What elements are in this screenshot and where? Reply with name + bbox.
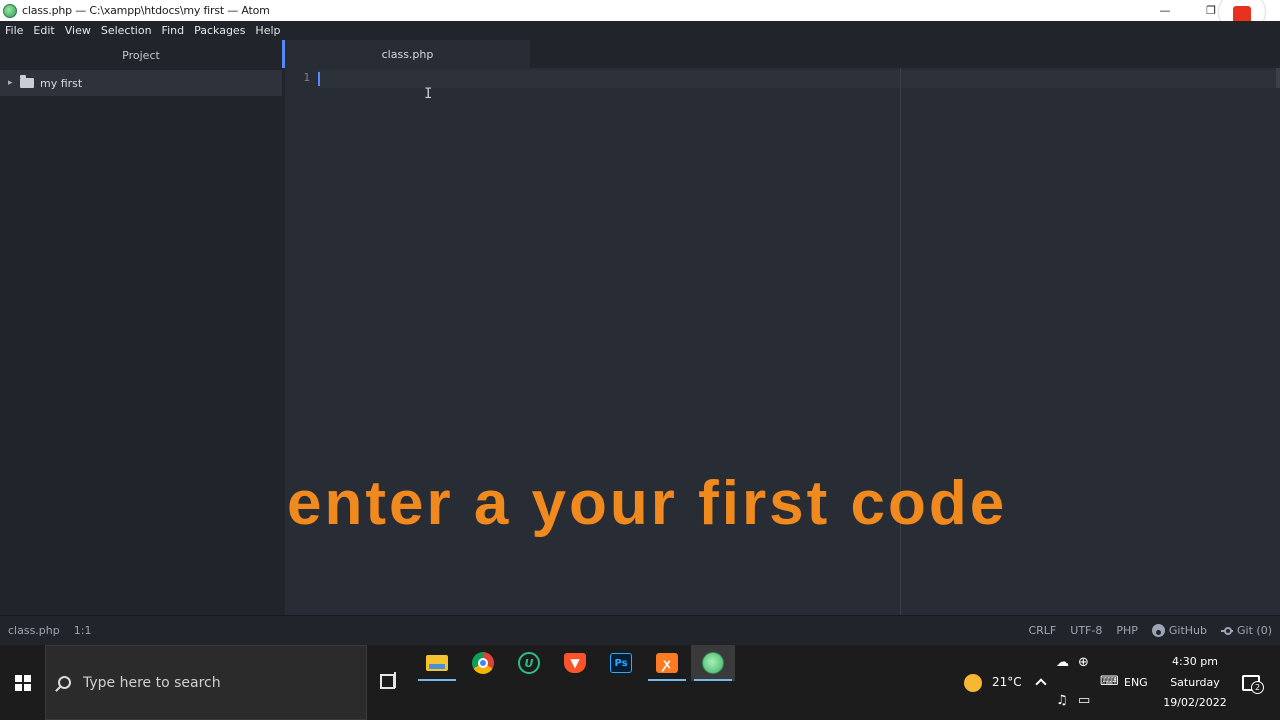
tab-class-php[interactable]: class.php [285,40,530,68]
windows-taskbar: U ▼ Ps ꭗ 21°C ☁ ⊕ ⌨ ENG ♫ ▭ 4:30 pm Satu… [0,645,1280,720]
status-git-label: Git (0) [1237,624,1272,637]
weather-sun-icon[interactable] [964,674,982,692]
input-language[interactable]: ENG [1124,676,1148,689]
tree-item-label: my first [40,76,83,90]
git-commit-icon [1221,626,1234,635]
status-github[interactable]: GitHub [1151,624,1208,637]
running-indicator [648,679,686,681]
menu-packages[interactable]: Packages [194,24,245,37]
notification-count-badge: 2 [1251,681,1264,694]
clock-time[interactable]: 4:30 pm [1162,655,1228,668]
start-button[interactable] [0,645,45,720]
project-tree-panel: Project ▸ my first [0,40,282,615]
menu-bar: File Edit View Selection Find Packages H… [0,21,1280,40]
running-indicator [694,679,732,681]
keyboard-icon[interactable]: ⌨ [1100,674,1119,689]
speaker-icon[interactable]: ♫ [1056,693,1068,708]
menu-help[interactable]: Help [255,24,280,37]
taskbar-uc-browser[interactable]: U [507,645,551,681]
editor-pane[interactable]: 1 I enter a your first code [285,68,1280,615]
window-title: class.php — C:\xampp\htdocs\my first — A… [22,4,270,17]
status-grammar[interactable]: PHP [1116,624,1138,637]
globe-network-icon[interactable]: ⊕ [1078,655,1089,670]
screen: class.php — C:\xampp\htdocs\my first — A… [0,0,1280,720]
clock-day[interactable]: Saturday [1162,676,1228,689]
github-icon [1151,624,1165,637]
minimize-button[interactable]: — [1142,0,1188,21]
status-cursor-position[interactable]: 1:1 [74,624,92,637]
running-indicator [418,679,456,681]
atom-icon [702,652,724,674]
status-encoding[interactable]: UTF-8 [1070,624,1102,637]
menu-file[interactable]: File [5,24,23,37]
weather-temperature[interactable]: 21°C [992,675,1022,689]
tree-item-my-first[interactable]: ▸ my first [0,70,282,96]
folder-icon [426,655,448,671]
menu-view[interactable]: View [65,24,91,37]
tab-bar: class.php [285,40,1280,68]
menu-find[interactable]: Find [162,24,185,37]
photoshop-icon: Ps [610,653,632,673]
uc-browser-icon: U [518,652,540,674]
status-bar: class.php 1:1 CRLF UTF-8 PHP GitHub Git … [0,615,1280,645]
atom-icon [3,3,17,18]
taskbar-xampp[interactable]: ꭗ [645,645,689,681]
taskbar-file-explorer[interactable] [415,645,459,681]
brave-icon: ▼ [564,653,586,673]
chevron-up-icon[interactable] [1035,678,1047,690]
active-line[interactable] [318,70,1280,88]
status-line-ending[interactable]: CRLF [1028,624,1056,637]
cloud-icon[interactable]: ☁ [1056,655,1069,670]
search-icon [58,676,71,689]
chevron-right-icon: ▸ [8,78,13,88]
title-bar: class.php — C:\xampp\htdocs\my first — A… [0,0,1280,33]
status-git[interactable]: Git (0) [1221,624,1272,637]
taskbar-atom[interactable] [691,645,735,681]
taskbar-brave[interactable]: ▼ [553,645,597,681]
status-github-label: GitHub [1168,624,1208,637]
status-file-path[interactable]: class.php [8,624,60,637]
menu-edit[interactable]: Edit [33,24,54,37]
taskbar-search-input[interactable] [83,674,343,691]
line-number: 1 [303,71,310,84]
clock-date[interactable]: 19/02/2022 [1162,696,1228,709]
mouse-ibeam-cursor-icon: I [424,86,433,102]
video-caption: enter a your first code [287,469,1008,538]
windows-logo-icon [14,674,31,691]
taskbar-chrome[interactable] [461,645,505,681]
xampp-icon: ꭗ [656,653,678,673]
taskbar-photoshop[interactable]: Ps [599,645,643,681]
task-view-icon[interactable] [380,672,398,689]
project-header[interactable]: Project [0,40,282,70]
folder-icon [20,75,34,88]
menu-selection[interactable]: Selection [101,24,152,37]
battery-icon[interactable]: ▭ [1078,693,1090,708]
taskbar-search[interactable] [45,645,367,720]
chrome-icon [472,652,494,674]
scrollbar[interactable] [1276,68,1280,88]
